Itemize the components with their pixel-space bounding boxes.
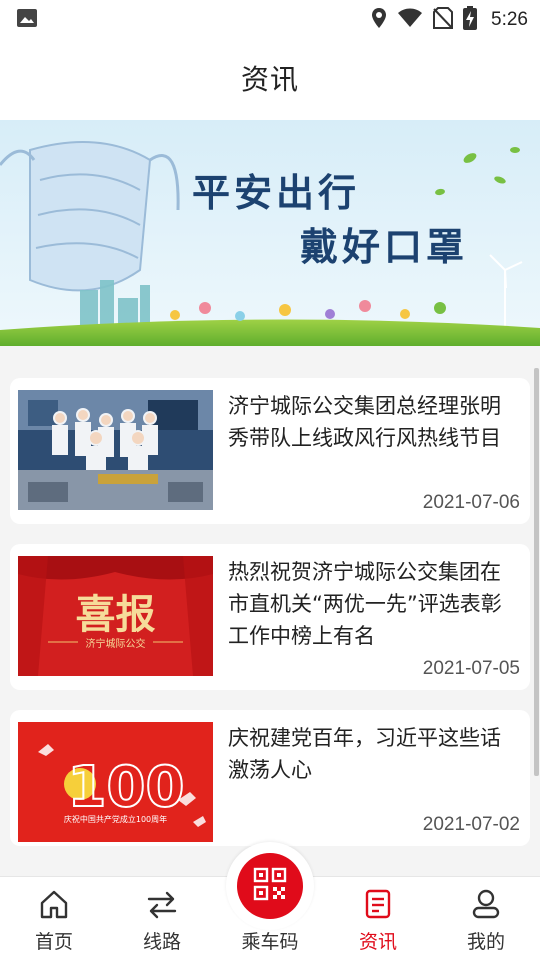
news-title: 济宁城际公交集团总经理张明秀带队上线政风行风热线节目	[228, 394, 501, 450]
tab-home[interactable]: 首页	[0, 877, 108, 961]
tab-label: 资讯	[358, 931, 397, 953]
no-sim-icon	[433, 7, 454, 33]
news-card[interactable]: 济宁城际公交集团总经理张明秀带队上线政风行风热线节目 2021-07-06	[10, 378, 530, 524]
user-icon	[469, 887, 503, 921]
tab-me[interactable]: 我的	[432, 877, 540, 961]
ride-code-button[interactable]	[226, 842, 314, 930]
status-time: 5:26	[491, 9, 528, 30]
status-bar: 5:26	[0, 0, 540, 36]
banner-headline-2: 戴好口罩	[300, 224, 469, 269]
news-thumbnail	[18, 390, 213, 510]
banner[interactable]: 平安出行 戴好口罩	[0, 120, 540, 346]
tab-label: 我的	[466, 931, 505, 953]
news-thumbnail: 喜报 济宁城际公交	[18, 556, 213, 676]
tab-label: 线路	[142, 931, 181, 953]
tab-label: 首页	[34, 931, 73, 953]
location-icon	[371, 7, 387, 33]
news-card[interactable]: 100 庆祝中国共产党成立100周年 庆祝建党百年，习近平这些话激荡人心 202…	[10, 710, 530, 846]
news-date: 2021-07-05	[422, 658, 520, 679]
image-icon	[16, 8, 38, 32]
news-thumbnail: 100 庆祝中国共产党成立100周年	[18, 722, 213, 842]
scrollbar[interactable]	[534, 368, 539, 776]
tab-label: 乘车码	[241, 931, 299, 953]
app-header: 资讯	[0, 36, 540, 120]
wifi-icon	[397, 8, 423, 32]
thumb-100-text: 100	[68, 755, 185, 820]
news-card[interactable]: 喜报 济宁城际公交 热烈祝贺济宁城际公交集团在市直机关“两优一先”评选表彰工作中…	[10, 544, 530, 690]
thumb-xibao-subtext: 济宁城际公交	[86, 637, 146, 650]
news-date: 2021-07-02	[422, 814, 520, 835]
news-title: 庆祝建党百年，习近平这些话激荡人心	[228, 726, 501, 782]
tab-news[interactable]: 资讯	[324, 877, 432, 961]
thumb-xibao-text: 喜报	[76, 591, 156, 638]
news-icon	[361, 887, 395, 921]
tab-routes[interactable]: 线路	[108, 877, 216, 961]
news-title: 热烈祝贺济宁城际公交集团在市直机关“两优一先”评选表彰工作中榜上有名	[228, 560, 502, 648]
home-icon	[37, 887, 71, 921]
banner-headline-1: 平安出行	[192, 170, 361, 215]
thumb-100-caption: 庆祝中国共产党成立100周年	[64, 814, 167, 824]
qr-code-icon	[253, 867, 287, 905]
battery-charging-icon	[463, 6, 478, 34]
route-arrows-icon	[145, 887, 179, 921]
page-title: 资讯	[240, 63, 299, 96]
news-date: 2021-07-06	[422, 492, 520, 513]
